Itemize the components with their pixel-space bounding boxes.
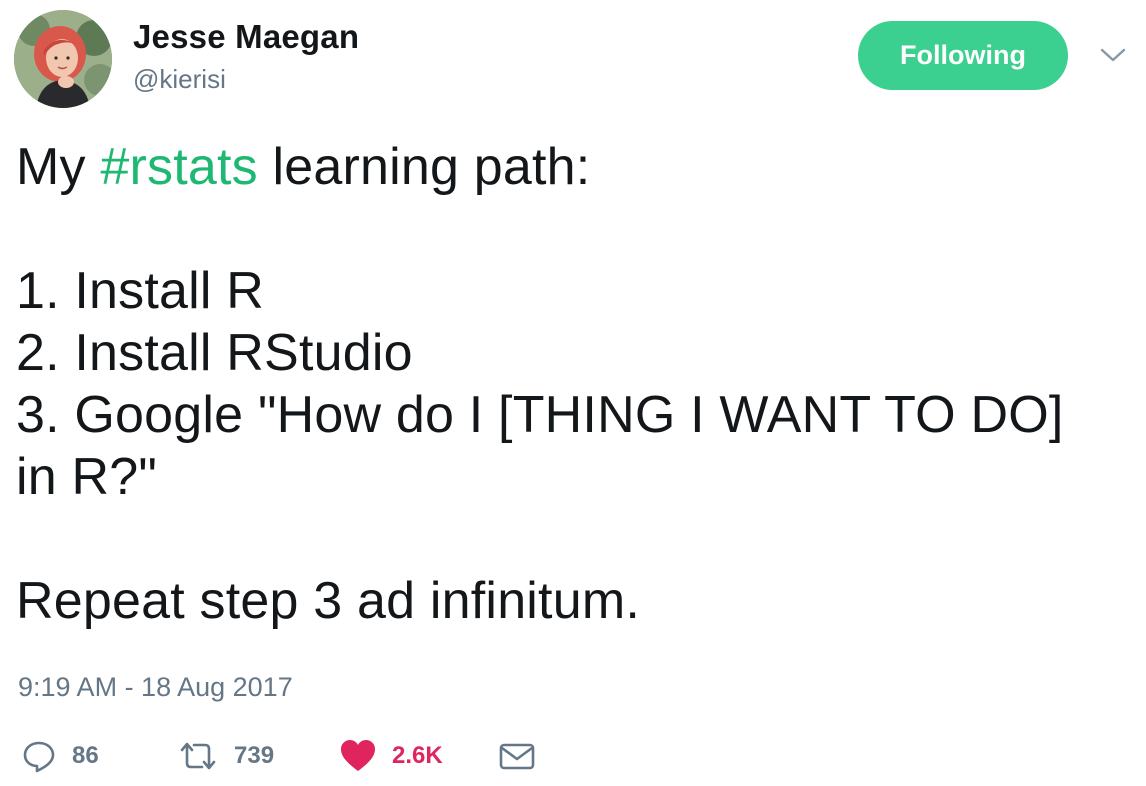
tweet-line-closing: Repeat step 3 ad infinitum. — [16, 572, 640, 630]
tweet-line-step3-cont: in R?" — [16, 448, 158, 506]
reply-count: 86 — [72, 742, 99, 769]
intro-prefix: My — [16, 138, 101, 196]
retweet-button[interactable]: 739 — [176, 736, 274, 776]
envelope-icon — [499, 743, 535, 770]
tweet-line-step3: 3. Google "How do I [THING I WANT TO DO] — [16, 386, 1064, 444]
retweet-count: 739 — [234, 742, 275, 769]
tweet-line-intro: My #rstats learning path: — [16, 136, 1136, 198]
retweet-icon — [180, 742, 216, 770]
author-handle[interactable]: @kierisi — [133, 64, 226, 95]
author-display-name[interactable]: Jesse Maegan — [133, 18, 359, 56]
like-button[interactable]: 2.6K — [338, 736, 443, 776]
reply-icon — [23, 741, 55, 773]
hashtag-link[interactable]: #rstats — [100, 138, 257, 196]
tweet-line-step2: 2. Install RStudio — [16, 324, 413, 382]
heart-icon — [341, 740, 375, 771]
tweet-timestamp[interactable]: 9:19 AM - 18 Aug 2017 — [18, 672, 293, 703]
tweet-card: Jesse Maegan @kierisi Following My #rsta… — [0, 0, 1146, 786]
tweet-line-step1: 1. Install R — [16, 262, 265, 320]
direct-message-button[interactable] — [497, 736, 537, 776]
avatar[interactable] — [14, 10, 112, 108]
tweet-actions: 86 739 2.6K — [0, 730, 1146, 780]
avatar-image — [14, 10, 112, 108]
intro-suffix: learning path: — [257, 138, 591, 196]
like-count: 2.6K — [392, 742, 443, 769]
tweet-text: My #rstats learning path: 1. Install R 2… — [16, 136, 1136, 632]
chevron-down-icon[interactable] — [1096, 44, 1130, 66]
following-button[interactable]: Following — [858, 21, 1068, 90]
reply-button[interactable]: 86 — [20, 736, 99, 776]
